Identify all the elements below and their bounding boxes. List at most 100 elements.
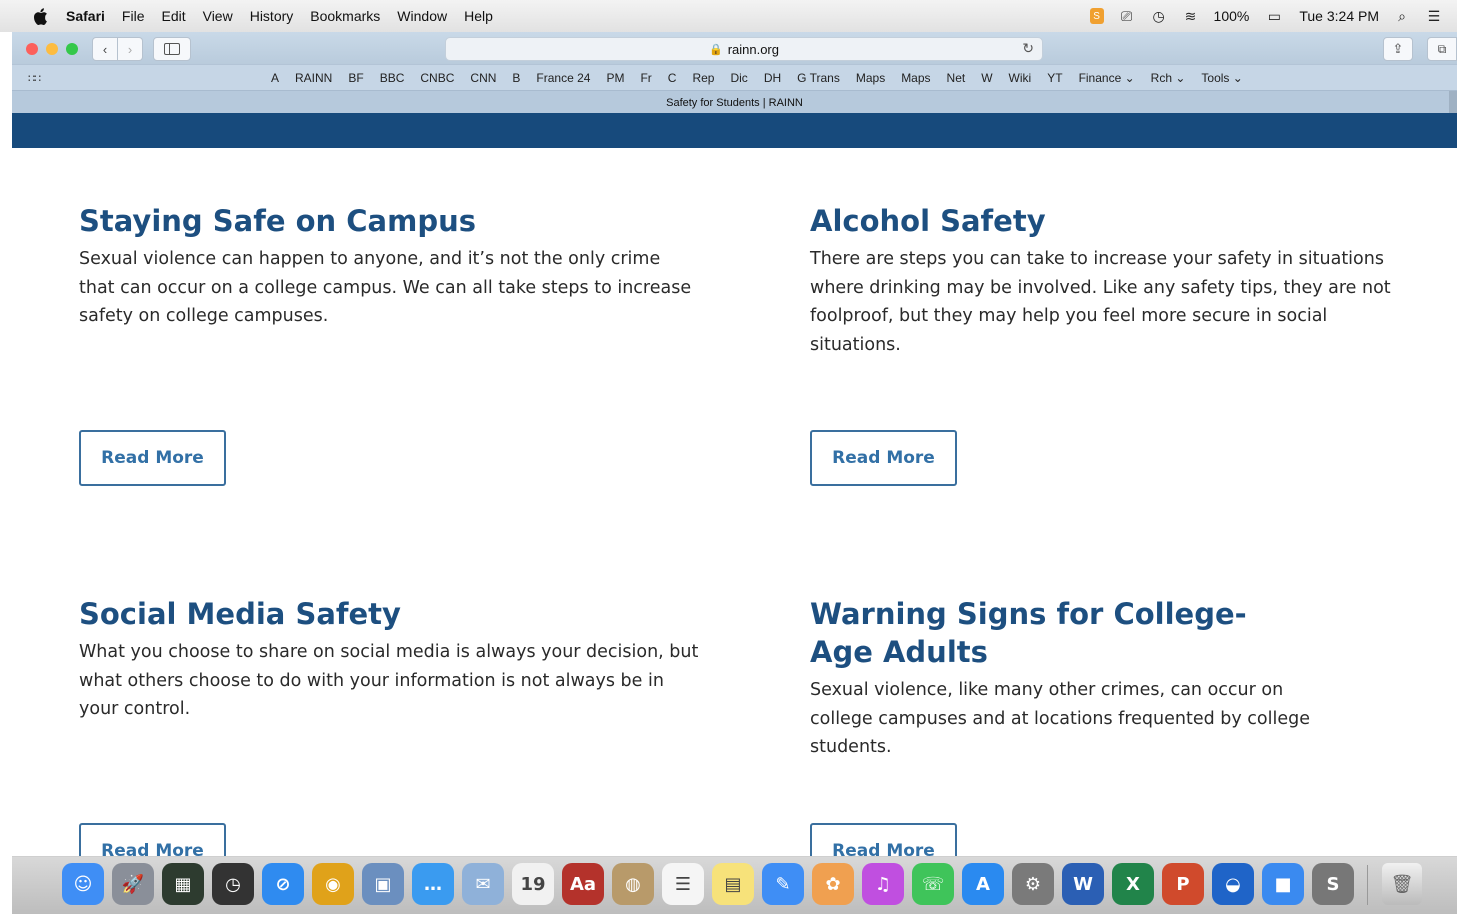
reload-icon[interactable]: ↻ [1022,40,1034,57]
favorite-pm[interactable]: PM [606,71,624,85]
lock-icon: 🔒 [708,43,723,56]
calendar-icon[interactable]: 19 [512,863,554,905]
system-preferences-icon[interactable]: ⚙ [1012,863,1054,905]
back-button[interactable]: ‹ [92,37,118,61]
favorite-rainn[interactable]: RAINN [295,71,332,85]
menu-app-name[interactable]: Safari [66,8,105,24]
powerpoint-icon[interactable]: P [1162,863,1204,905]
time-machine-icon[interactable]: ◷ [1150,7,1168,25]
battery-icon[interactable]: ▭ [1263,7,1285,25]
read-more-button[interactable]: Read More [810,430,957,486]
share-button[interactable]: ⇪ [1383,37,1413,61]
favorite-rch-folder[interactable]: Rch ⌄ [1151,71,1186,85]
site-header [12,113,1457,148]
favorite-a[interactable]: A [271,71,279,85]
url-text: rainn.org [727,41,779,57]
word-icon[interactable]: W [1062,863,1104,905]
status-area: S ⎚ ◷ ≋ 100% ▭ Tue 3:24 PM ⌕ ☰ [1089,0,1443,32]
sublime-icon[interactable]: S [1089,8,1104,24]
launchpad-icon[interactable]: 🚀 [112,863,154,905]
reminders-icon[interactable]: ☰ [662,863,704,905]
safari-icon[interactable]: ⊘ [262,863,304,905]
apple-icon[interactable] [32,7,48,25]
top-sites-grid-icon[interactable]: ∷∷ [28,72,41,85]
excel-icon[interactable]: X [1112,863,1154,905]
wifi-icon[interactable]: ≋ [1182,7,1200,25]
chrome-icon[interactable]: ◉ [312,863,354,905]
favorite-maps-1[interactable]: Maps [856,71,885,85]
tab-title[interactable]: Safety for Students | RAINN [666,97,803,109]
read-more-button[interactable]: Read More [79,430,226,486]
zoom-icon[interactable]: ■ [1262,863,1304,905]
menu-bookmarks[interactable]: Bookmarks [310,8,380,24]
facetime-icon[interactable]: ☏ [912,863,954,905]
spotlight-search-icon[interactable]: ⌕ [1393,7,1411,25]
sidebar-toggle-button[interactable] [153,37,191,61]
menu-edit[interactable]: Edit [161,8,185,24]
safari-toolbar: ‹ › 🔒 rainn.org ↻ ⇪ ⧉ [12,32,1457,64]
messages-icon[interactable]: … [412,863,454,905]
favorite-wiki[interactable]: Wiki [1009,71,1032,85]
share-icon: ⇪ [1392,41,1404,56]
address-bar[interactable]: 🔒 rainn.org ↻ [445,37,1043,61]
card-title[interactable]: Staying Safe on Campus [79,202,699,240]
favorite-w[interactable]: W [981,71,992,85]
favorite-yt[interactable]: YT [1047,71,1062,85]
close-window-button[interactable] [26,43,38,55]
clock[interactable]: Tue 3:24 PM [1299,8,1379,24]
dictionary-icon[interactable]: Aa [562,863,604,905]
finder-icon[interactable]: ☺ [62,863,104,905]
google-earth-icon[interactable]: ◒ [1212,863,1254,905]
card-title[interactable]: Social Media Safety [79,595,699,633]
contacts-icon[interactable]: ◍ [612,863,654,905]
notification-center-icon[interactable]: ☰ [1425,7,1443,25]
favorite-maps-2[interactable]: Maps [901,71,930,85]
show-tabs-button[interactable]: ⧉ [1427,37,1457,61]
favorite-bbc[interactable]: BBC [380,71,405,85]
airplay-icon[interactable]: ⎚ [1118,7,1136,25]
favorite-france-24[interactable]: France 24 [536,71,590,85]
favorite-dh[interactable]: DH [764,71,781,85]
menu-help[interactable]: Help [464,8,493,24]
menu-bar: Safari File Edit View History Bookmarks … [0,0,1457,32]
favorite-c[interactable]: C [668,71,677,85]
favorite-bf[interactable]: BF [348,71,363,85]
window-controls [26,43,78,55]
mission-control-icon[interactable]: ▦ [162,863,204,905]
favorite-b[interactable]: B [512,71,520,85]
favorites-links: A RAINN BF BBC CNBC CNN B France 24 PM F… [271,65,1259,91]
favorite-fr[interactable]: Fr [640,71,651,85]
card-title[interactable]: Warning Signs for College-Age Adults [810,595,1260,671]
forward-button[interactable]: › [118,37,143,61]
dock: ☺ 🚀 ▦ ◷ ⊘ ◉ ▣… ✉ 19 Aa ◍ ☰ ▤ ✎ ✿ ♫ ☏ A ⚙ W X P ◒ ■ S 🗑 [12,856,1457,914]
menu-view[interactable]: View [203,8,233,24]
mail-icon[interactable]: ✉ [462,863,504,905]
dock-icons: ☺ 🚀 ▦ ◷ ⊘ ◉ ▣… ✉ 19 Aa ◍ ☰ ▤ ✎ ✿ ♫ ☏ A ⚙ W X P ◒ ■ S [62,863,1354,905]
itunes-icon[interactable]: ♫ [862,863,904,905]
favorite-finance-folder[interactable]: Finance ⌄ [1079,71,1135,85]
trash-icon[interactable]: 🗑 [1382,863,1422,905]
battery-percentage[interactable]: 100% [1214,8,1250,24]
card-title[interactable]: Alcohol Safety [810,202,1420,240]
favorite-net[interactable]: Net [947,71,966,85]
card-body: There are steps you can take to increase… [810,249,1391,355]
preview-icon[interactable]: ▣ [362,863,404,905]
zoom-window-button[interactable] [66,43,78,55]
favorite-cnbc[interactable]: CNBC [420,71,454,85]
menu-file[interactable]: File [122,8,145,24]
favorite-cnn[interactable]: CNN [470,71,496,85]
favorite-dic[interactable]: Dic [730,71,747,85]
app-store-icon[interactable]: A [962,863,1004,905]
notes-icon[interactable]: ▤ [712,863,754,905]
favorite-tools-folder[interactable]: Tools ⌄ [1201,71,1242,85]
dashboard-icon[interactable]: ◷ [212,863,254,905]
scrivener-icon[interactable]: S [1312,863,1354,905]
favorite-g-trans[interactable]: G Trans [797,71,840,85]
menu-window[interactable]: Window [397,8,447,24]
menu-history[interactable]: History [250,8,294,24]
pages-icon[interactable]: ✎ [762,863,804,905]
card-staying-safe: Staying Safe on Campus Sexual violence c… [79,202,699,331]
photos-icon[interactable]: ✿ [812,863,854,905]
minimize-window-button[interactable] [46,43,58,55]
favorite-rep[interactable]: Rep [692,71,714,85]
